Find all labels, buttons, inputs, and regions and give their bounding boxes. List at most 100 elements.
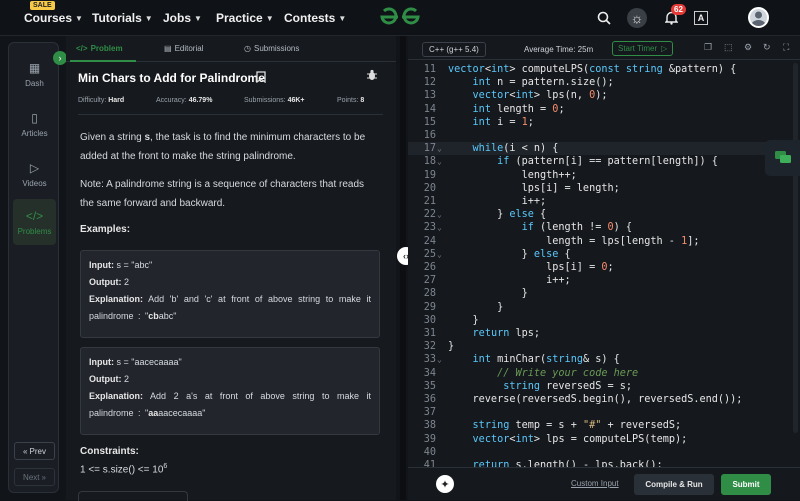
line-number: 35: [423, 380, 436, 392]
problem-tabs: </> Problem ▤ Editorial ◷ Submissions: [66, 36, 396, 62]
fold-chevron-icon[interactable]: ⌄: [437, 353, 442, 366]
fullscreen-icon[interactable]: ⛶: [783, 42, 789, 53]
code-line[interactable]: 30 }: [408, 314, 800, 327]
sidebar-item-dash[interactable]: ▦ Dash: [13, 51, 56, 97]
compile-run-button[interactable]: Compile & Run: [634, 474, 714, 495]
line-number: 18: [423, 156, 436, 168]
code-line[interactable]: 26 lps[i] = 0;: [408, 261, 800, 274]
notification-badge: 62: [671, 4, 686, 15]
line-number: 34: [423, 367, 436, 379]
nav-contests[interactable]: Contests ▼: [284, 11, 346, 25]
code-line[interactable]: 29 }: [408, 301, 800, 314]
active-tab-indicator: [70, 60, 136, 62]
code-line[interactable]: 15 int i = 1;: [408, 116, 800, 129]
code-text: }: [448, 301, 504, 313]
expand-icon[interactable]: ⬚: [724, 42, 733, 53]
code-line[interactable]: 36 reverse(reversedS.begin(), reversedS.…: [408, 393, 800, 406]
theme-toggle-icon[interactable]: ☼: [627, 8, 647, 28]
code-line[interactable]: 33 ⌄ int minChar(string& s) {: [408, 353, 800, 366]
chat-icon[interactable]: [765, 140, 800, 176]
bookmark-icon[interactable]: [256, 71, 266, 86]
code-line[interactable]: 32}: [408, 340, 800, 353]
sidebar-item-problems[interactable]: </> Problems: [13, 199, 56, 245]
line-number: 11: [423, 64, 436, 75]
line-number: 12: [423, 77, 436, 89]
prev-button[interactable]: «Prev: [14, 442, 55, 460]
code-line[interactable]: 21 i++;: [408, 195, 800, 208]
lightbulb-icon[interactable]: ✦: [436, 475, 454, 493]
panel-splitter[interactable]: [400, 36, 406, 500]
code-line[interactable]: 16: [408, 129, 800, 142]
code-line[interactable]: 28 }: [408, 287, 800, 300]
search-icon[interactable]: [594, 8, 614, 28]
examples-heading: Examples:: [80, 224, 131, 235]
start-timer-button[interactable]: Start Timer ▷: [612, 41, 674, 56]
double-chevron-left-icon: «: [23, 446, 28, 456]
code-line[interactable]: 19 length++;: [408, 169, 800, 182]
fold-chevron-icon[interactable]: ⌄: [437, 248, 442, 261]
editor-footer: ✦ Custom Input Compile & Run Submit: [408, 467, 800, 500]
code-line[interactable]: 24 length = lps[length - 1];: [408, 235, 800, 248]
grid-icon: ▦: [28, 60, 41, 75]
code-line[interactable]: 34 // Write your code here: [408, 367, 800, 380]
code-line[interactable]: 31 return lps;: [408, 327, 800, 340]
nav-tutorials[interactable]: Tutorials ▼: [92, 11, 153, 25]
problem-panel: </> Problem ▤ Editorial ◷ Submissions Min C…: [66, 36, 396, 501]
code-line[interactable]: 39 vector<int> lps = computeLPS(temp);: [408, 433, 800, 446]
tab-editorial[interactable]: ▤ Editorial: [164, 44, 203, 53]
avatar[interactable]: [748, 7, 769, 28]
double-chevron-right-icon: »: [41, 472, 46, 482]
code-line[interactable]: 37: [408, 406, 800, 419]
code-line[interactable]: 38 string temp = s + "#" + reversedS;: [408, 419, 800, 432]
tab-problem[interactable]: </> Problem: [76, 44, 123, 53]
line-number: 26: [423, 262, 436, 273]
fold-chevron-icon[interactable]: ⌄: [437, 208, 442, 221]
code-line[interactable]: 25 ⌄ } else {: [408, 248, 800, 261]
code-text: int minChar(string& s) {: [472, 354, 620, 366]
code-line[interactable]: 35 string reversedS = s;: [408, 380, 800, 393]
copy-icon[interactable]: ❐: [704, 42, 712, 53]
code-line[interactable]: 27 i++;: [408, 274, 800, 287]
code-text: string reversedS = s;: [503, 380, 633, 392]
code-line[interactable]: 14 int length = 0;: [408, 103, 800, 116]
fold-chevron-icon[interactable]: ⌄: [437, 142, 442, 155]
expand-chevron-icon[interactable]: ›: [53, 51, 67, 65]
line-number: 15: [423, 116, 436, 128]
code-line[interactable]: 11 vector<int> computeLPS(const string &p…: [408, 63, 800, 76]
gfg-logo-icon[interactable]: [378, 6, 422, 28]
code-line[interactable]: 13 vector<int> lps(n, 0);: [408, 89, 800, 102]
code-text: } else {: [448, 209, 547, 221]
code-text: }: [448, 341, 455, 353]
code-line[interactable]: 23 ⌄ if (length != 0) {: [408, 221, 800, 234]
sidebar-item-articles[interactable]: ▯ Articles: [13, 101, 56, 147]
code-line[interactable]: 17 ⌄ while(i < n) {: [408, 142, 800, 156]
tab-submissions[interactable]: ◷ Submissions: [244, 44, 299, 53]
submit-button[interactable]: Submit: [721, 474, 771, 495]
settings-icon[interactable]: ⚙: [744, 42, 752, 53]
language-select[interactable]: C++ (g++ 5.4): [422, 42, 486, 57]
custom-input-link[interactable]: Custom Input: [571, 479, 619, 488]
nav-courses[interactable]: Courses ▼: [24, 11, 83, 25]
chevron-down-icon: ▼: [194, 13, 202, 23]
accuracy: Accuracy: 46.79%: [156, 97, 213, 104]
line-number: 14: [423, 103, 436, 115]
reset-icon[interactable]: ↻: [763, 42, 771, 53]
code-line[interactable]: 12 int n = pattern.size();: [408, 76, 800, 89]
code-line[interactable]: 18 ⌄ if (pattern[i] == pattern[length]) {: [408, 155, 800, 168]
nav-practice[interactable]: Practice ▼: [216, 11, 274, 25]
editor-scrollbar[interactable]: [793, 63, 798, 433]
code-line[interactable]: 22 ⌄ } else {: [408, 208, 800, 221]
next-button[interactable]: Next»: [14, 468, 55, 486]
code-line[interactable]: 20 lps[i] = length;: [408, 182, 800, 195]
fold-chevron-icon[interactable]: ⌄: [437, 155, 442, 168]
line-number: 36: [423, 394, 436, 405]
problem-note: Note: A palindrome string is a sequence …: [80, 179, 365, 209]
sidebar-item-videos[interactable]: ▷ Videos: [13, 151, 56, 197]
bug-report-icon[interactable]: [366, 69, 378, 84]
fold-chevron-icon[interactable]: ⌄: [437, 221, 442, 234]
translate-icon[interactable]: A: [694, 11, 708, 25]
nav-jobs[interactable]: Jobs ▼: [163, 11, 202, 25]
line-number: 31: [423, 328, 436, 339]
chevron-down-icon: ▼: [75, 13, 83, 23]
code-line[interactable]: 40: [408, 446, 800, 459]
